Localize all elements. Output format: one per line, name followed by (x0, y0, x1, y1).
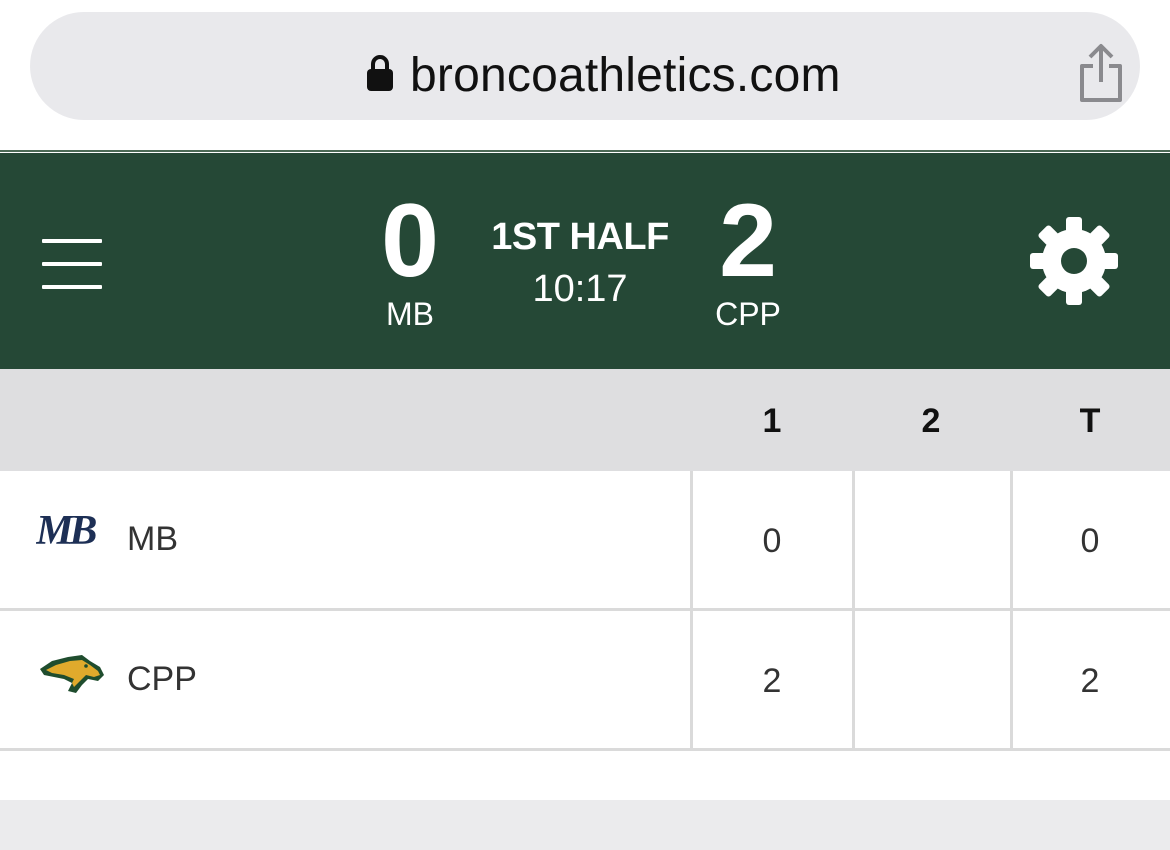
away-team-abbr: CPP (715, 296, 781, 332)
url-text[interactable]: broncoathletics.com (410, 46, 841, 106)
bronco-horse-logo (40, 655, 104, 693)
team-name: MB (127, 520, 178, 558)
home-team-abbr: MB (386, 296, 434, 332)
game-period: 1ST HALF (491, 216, 669, 258)
column-divider (852, 471, 855, 751)
column-divider (1010, 471, 1013, 751)
row-divider (0, 608, 1170, 611)
column-divider (690, 471, 693, 751)
mb-logo: MB (36, 511, 100, 551)
period-1-score: 0 (762, 522, 782, 560)
period-2-header: 2 (921, 402, 941, 440)
header-divider (0, 150, 1170, 152)
gear-icon[interactable] (1028, 215, 1120, 307)
hamburger-menu-icon[interactable] (42, 239, 102, 289)
lock-icon (367, 55, 393, 91)
table-row: CPP 2 2 (0, 611, 1170, 749)
game-clock: 10:17 (532, 268, 628, 310)
scoreboard-header: 0 MB 1ST HALF 10:17 2 CPP (0, 153, 1170, 369)
total-header: T (1079, 402, 1101, 440)
home-score: 0 (381, 183, 439, 299)
away-score: 2 (719, 183, 777, 299)
team-name: CPP (127, 660, 197, 698)
address-bar[interactable]: broncoathletics.com (30, 12, 1140, 120)
row-divider (0, 748, 1170, 751)
linescore-header: 1 2 T (0, 369, 1170, 471)
period-1-header: 1 (762, 402, 782, 440)
table-row: MB MB 0 0 (0, 471, 1170, 609)
svg-text:MB: MB (36, 511, 96, 551)
share-icon[interactable] (1076, 42, 1126, 104)
total-score: 0 (1080, 522, 1100, 560)
period-1-score: 2 (762, 662, 782, 700)
total-score: 2 (1080, 662, 1100, 700)
page-footer-band (0, 800, 1170, 850)
